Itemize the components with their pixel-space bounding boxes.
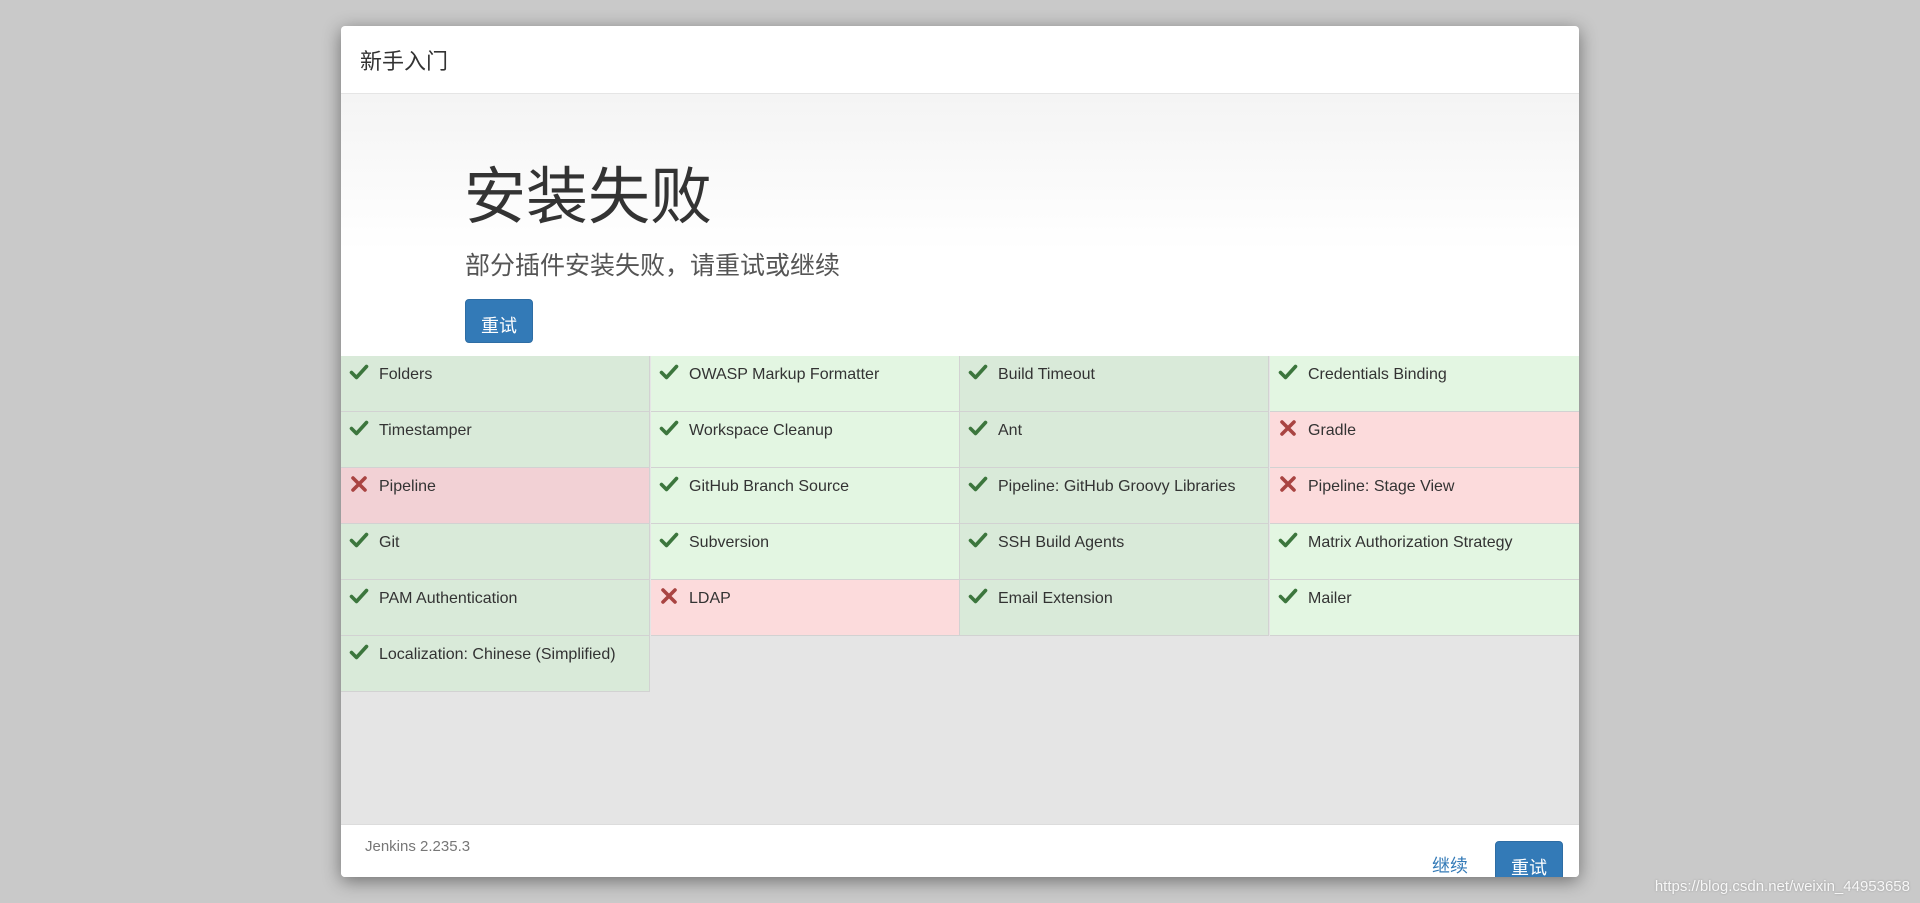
plugin-item: LDAP (651, 580, 960, 636)
plugin-item: Localization: Chinese (Simplified) (341, 636, 650, 692)
plugin-name: Folders (379, 366, 433, 383)
check-icon (659, 474, 679, 494)
plugin-name: PAM Authentication (379, 590, 518, 607)
plugin-name: Localization: Chinese (Simplified) (379, 646, 616, 663)
plugin-item: Pipeline: GitHub Groovy Libraries (960, 468, 1269, 524)
plugin-item: Timestamper (341, 412, 650, 468)
plugin-name: Pipeline: GitHub Groovy Libraries (998, 478, 1236, 495)
plugin-name: Pipeline (379, 478, 436, 495)
plugin-name: Mailer (1308, 590, 1352, 607)
plugin-name: LDAP (689, 590, 731, 607)
times-icon (659, 586, 679, 606)
plugin-name: SSH Build Agents (998, 534, 1125, 551)
check-icon (349, 530, 369, 550)
times-icon (349, 474, 369, 494)
check-icon (968, 418, 988, 438)
plugin-item: Pipeline: Stage View (1270, 468, 1579, 524)
continue-link[interactable]: 继续 (1432, 852, 1468, 877)
dialog-title: 新手入门 (360, 48, 449, 74)
check-icon (1278, 530, 1298, 550)
plugin-name: Ant (998, 422, 1023, 439)
check-icon (349, 362, 369, 382)
watermark: https://blog.csdn.net/weixin_44953658 (1654, 878, 1910, 895)
plugin-item: OWASP Markup Formatter (651, 356, 960, 412)
plugin-name: Subversion (689, 534, 770, 551)
check-icon (968, 474, 988, 494)
plugin-item: GitHub Branch Source (651, 468, 960, 524)
check-icon (349, 586, 369, 606)
dialog-header: 新手入门 (341, 26, 1579, 94)
footer-retry-button[interactable]: 重试 (1495, 841, 1563, 877)
check-icon (1278, 362, 1298, 382)
plugin-item: Subversion (651, 524, 960, 580)
plugin-name: Build Timeout (998, 366, 1095, 383)
plugin-item: PAM Authentication (341, 580, 650, 636)
plugin-item: Folders (341, 356, 650, 412)
hero-section: 安装失败 部分插件安装失败，请重试或继续 重试 (341, 94, 1579, 356)
times-icon (1278, 474, 1298, 494)
plugin-item: Build Timeout (960, 356, 1269, 412)
plugin-item: Credentials Binding (1270, 356, 1579, 412)
plugin-name: GitHub Branch Source (689, 478, 850, 495)
plugin-item: Git (341, 524, 650, 580)
dialog-body: 安装失败 部分插件安装失败，请重试或继续 重试 Folders OWASP Mar… (341, 94, 1579, 824)
plugin-name: Credentials Binding (1308, 366, 1447, 383)
plugin-item: Ant (960, 412, 1269, 468)
check-icon (968, 586, 988, 606)
plugin-name: Workspace Cleanup (689, 422, 833, 439)
times-icon (1278, 418, 1298, 438)
hero-retry-button[interactable]: 重试 (465, 299, 533, 343)
check-icon (1278, 586, 1298, 606)
plugin-item: Pipeline (341, 468, 650, 524)
setup-dialog: 新手入门 安装失败 部分插件安装失败，请重试或继续 重试 Folders OWAS… (341, 26, 1579, 877)
plugin-item: Matrix Authorization Strategy (1270, 524, 1579, 580)
dialog-footer: Jenkins 2.235.3 继续 重试 (341, 824, 1579, 877)
check-icon (659, 530, 679, 550)
plugin-item: Workspace Cleanup (651, 412, 960, 468)
jenkins-version: Jenkins 2.235.3 (365, 838, 471, 855)
plugin-name: Pipeline: Stage View (1308, 478, 1455, 495)
plugin-item: Mailer (1270, 580, 1579, 636)
plugin-item: Email Extension (960, 580, 1269, 636)
plugin-name: Timestamper (379, 422, 472, 439)
plugin-item: SSH Build Agents (960, 524, 1269, 580)
plugin-item: Gradle (1270, 412, 1579, 468)
plugin-name: Email Extension (998, 590, 1113, 607)
install-failed-subtitle: 部分插件安装失败，请重试或继续 (465, 252, 841, 280)
check-icon (968, 362, 988, 382)
install-failed-heading: 安装失败 (464, 163, 713, 232)
check-icon (349, 642, 369, 662)
check-icon (349, 418, 369, 438)
plugin-name: OWASP Markup Formatter (689, 366, 880, 383)
plugin-name: Gradle (1308, 422, 1357, 439)
plugin-name: Git (379, 534, 400, 551)
check-icon (659, 362, 679, 382)
check-icon (659, 418, 679, 438)
plugin-name: Matrix Authorization Strategy (1308, 534, 1513, 551)
check-icon (968, 530, 988, 550)
